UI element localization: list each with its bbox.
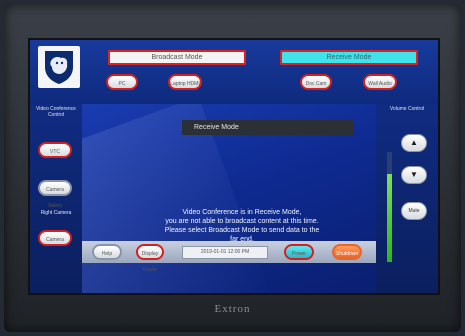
bottom-bar: Help Display Power 2019-01-01 12:00 PM P…: [82, 241, 376, 273]
source-doc-cam-button[interactable]: Doc Cam: [300, 74, 332, 90]
source-pc-button[interactable]: PC: [106, 74, 138, 90]
university-logo: [38, 46, 80, 88]
help-button[interactable]: Help: [92, 244, 122, 260]
display-power-button[interactable]: Display Power: [136, 244, 164, 273]
power-button[interactable]: Power: [284, 244, 314, 260]
panel-title: Receive Mode: [182, 120, 354, 135]
tab-broadcast-mode[interactable]: Broadcast Mode: [108, 50, 246, 65]
main-panel: Receive Mode Video Conference is in Rece…: [82, 104, 376, 293]
volume-level-fill: [387, 174, 392, 262]
camera-select-button[interactable]: Camera Select: [38, 180, 72, 209]
source-laptop-button[interactable]: Laptop HDMI: [168, 74, 202, 90]
shutdown-button[interactable]: Shutdown: [332, 244, 362, 260]
left-control-column: Video Conference Control VTC Camera Sele…: [30, 104, 82, 293]
volume-control-label: Volume Control: [389, 106, 425, 112]
vtc-button[interactable]: VTC: [38, 142, 72, 158]
triangle-up-icon: ▲: [410, 138, 418, 147]
video-conference-label: Video Conference Control: [36, 106, 76, 118]
right-camera-button[interactable]: Camera: [38, 230, 72, 246]
message-line: you are not able to broadcast content at…: [165, 218, 319, 225]
message-line: Video Conference is in Receive Mode,: [182, 209, 302, 216]
extron-brand-label: Extron: [214, 303, 251, 315]
volume-level-bar[interactable]: [387, 152, 392, 262]
receive-mode-message: Video Conference is in Receive Mode, you…: [144, 208, 340, 244]
volume-down-button[interactable]: ▼: [401, 166, 427, 184]
right-control-column: Volume Control ▲ ▼ Mute: [376, 104, 438, 293]
top-bar: Broadcast Mode Receive Mode PC Laptop HD…: [30, 40, 438, 105]
tab-receive-mode[interactable]: Receive Mode: [280, 50, 418, 65]
touch-panel-screen: Broadcast Mode Receive Mode PC Laptop HD…: [28, 38, 440, 295]
triangle-down-icon: ▼: [410, 170, 418, 179]
date-time-display: 2019-01-01 12:00 PM: [182, 246, 268, 259]
shield-icon: [45, 51, 73, 84]
right-camera-label: Right Camera: [40, 210, 72, 216]
wall-audio-button[interactable]: Wall Audio: [363, 74, 397, 90]
mute-button[interactable]: Mute: [401, 202, 427, 220]
volume-up-button[interactable]: ▲: [401, 134, 427, 152]
message-line: Please select Broadcast Mode to send dat…: [164, 227, 320, 234]
